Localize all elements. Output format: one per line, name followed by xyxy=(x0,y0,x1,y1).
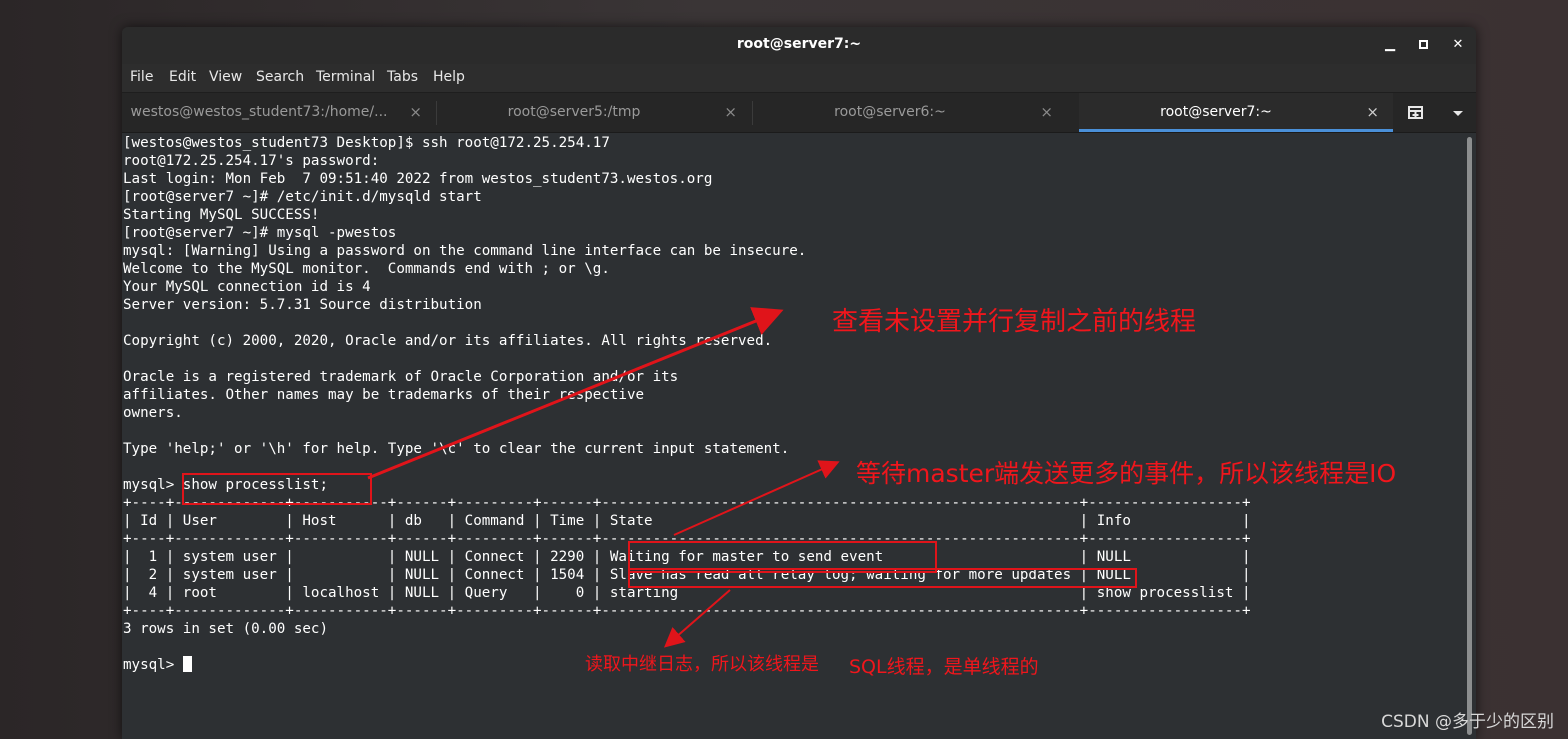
annotation-io-thread: 等待master端发送更多的事件，所以该线程是IO xyxy=(856,459,1397,488)
arrow-to-note-3 xyxy=(663,589,731,648)
annotation-sql-thread-part2: SQL线程，是单线程的 xyxy=(849,656,1039,678)
csdn-watermark: CSDN @多于少的区别 xyxy=(1381,712,1554,732)
annotation-arrows xyxy=(367,307,840,648)
arrow-to-note-1 xyxy=(367,307,784,480)
arrow-to-note-2 xyxy=(673,460,840,536)
annotation-sql-thread-part1: 读取中继日志，所以该线程是 xyxy=(585,654,819,675)
annotation-unparallel-threads: 查看未设置并行复制之前的线程 xyxy=(832,307,1197,337)
